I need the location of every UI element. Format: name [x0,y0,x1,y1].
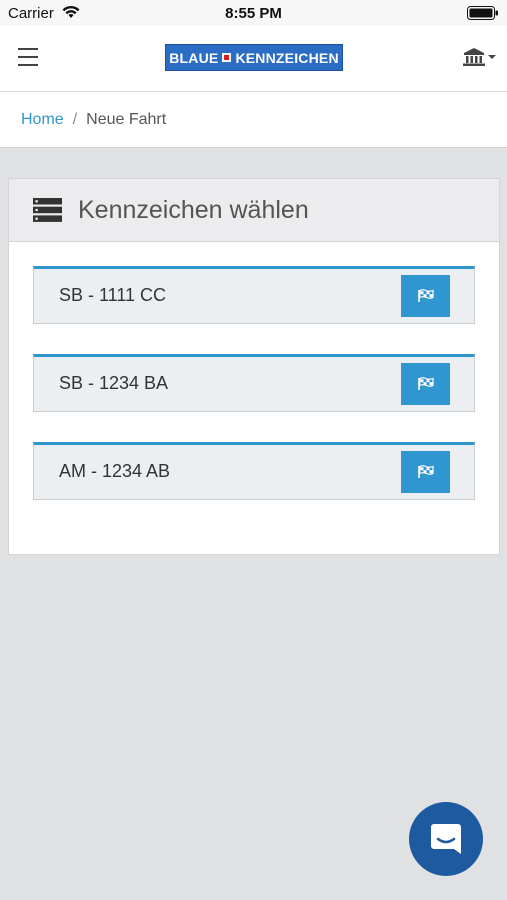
brand-logo[interactable]: BLAUE KENNZEICHEN [165,44,343,71]
plate-label: SB - 1234 BA [59,373,169,393]
plate-label: SB - 1111 CC [59,285,167,305]
bank-icon[interactable] [463,47,497,67]
plate-item[interactable]: AM - 1234 AB [33,442,475,500]
plate-selection-panel: Kennzeichen wählen SB - 1111 CC SB - 123… [8,178,500,555]
plate-label: AM - 1234 AB [59,461,171,481]
status-bar: Carrier 8:55 PM [0,0,507,26]
checkered-flag-icon [417,289,434,302]
start-trip-button[interactable] [401,451,450,493]
logo-text-left: BLAUE [169,49,219,66]
breadcrumb-home-link[interactable]: Home [21,111,64,129]
server-list-icon [33,198,62,222]
start-trip-button[interactable] [401,275,450,317]
plate-item[interactable]: SB - 1111 CC [33,266,475,324]
panel-title: Kennzeichen wählen [78,195,309,224]
checkered-flag-icon [417,377,434,390]
plate-item[interactable]: SB - 1234 BA [33,354,475,412]
hamburger-icon[interactable] [18,48,38,66]
top-navbar: BLAUE KENNZEICHEN [0,26,507,92]
logo-text-right: KENNZEICHEN [235,49,339,66]
clock: 8:55 PM [225,5,282,22]
start-trip-button[interactable] [401,363,450,405]
breadcrumb-separator: / [72,110,78,128]
battery-icon [467,6,498,20]
logo-flag-icon [222,53,232,62]
chat-button[interactable] [409,802,483,876]
checkered-flag-icon [417,465,434,478]
chat-icon [431,824,461,854]
panel-header: Kennzeichen wählen [9,179,499,242]
breadcrumb: Home / Neue Fahrt [0,92,507,148]
breadcrumb-current: Neue Fahrt [86,110,167,128]
